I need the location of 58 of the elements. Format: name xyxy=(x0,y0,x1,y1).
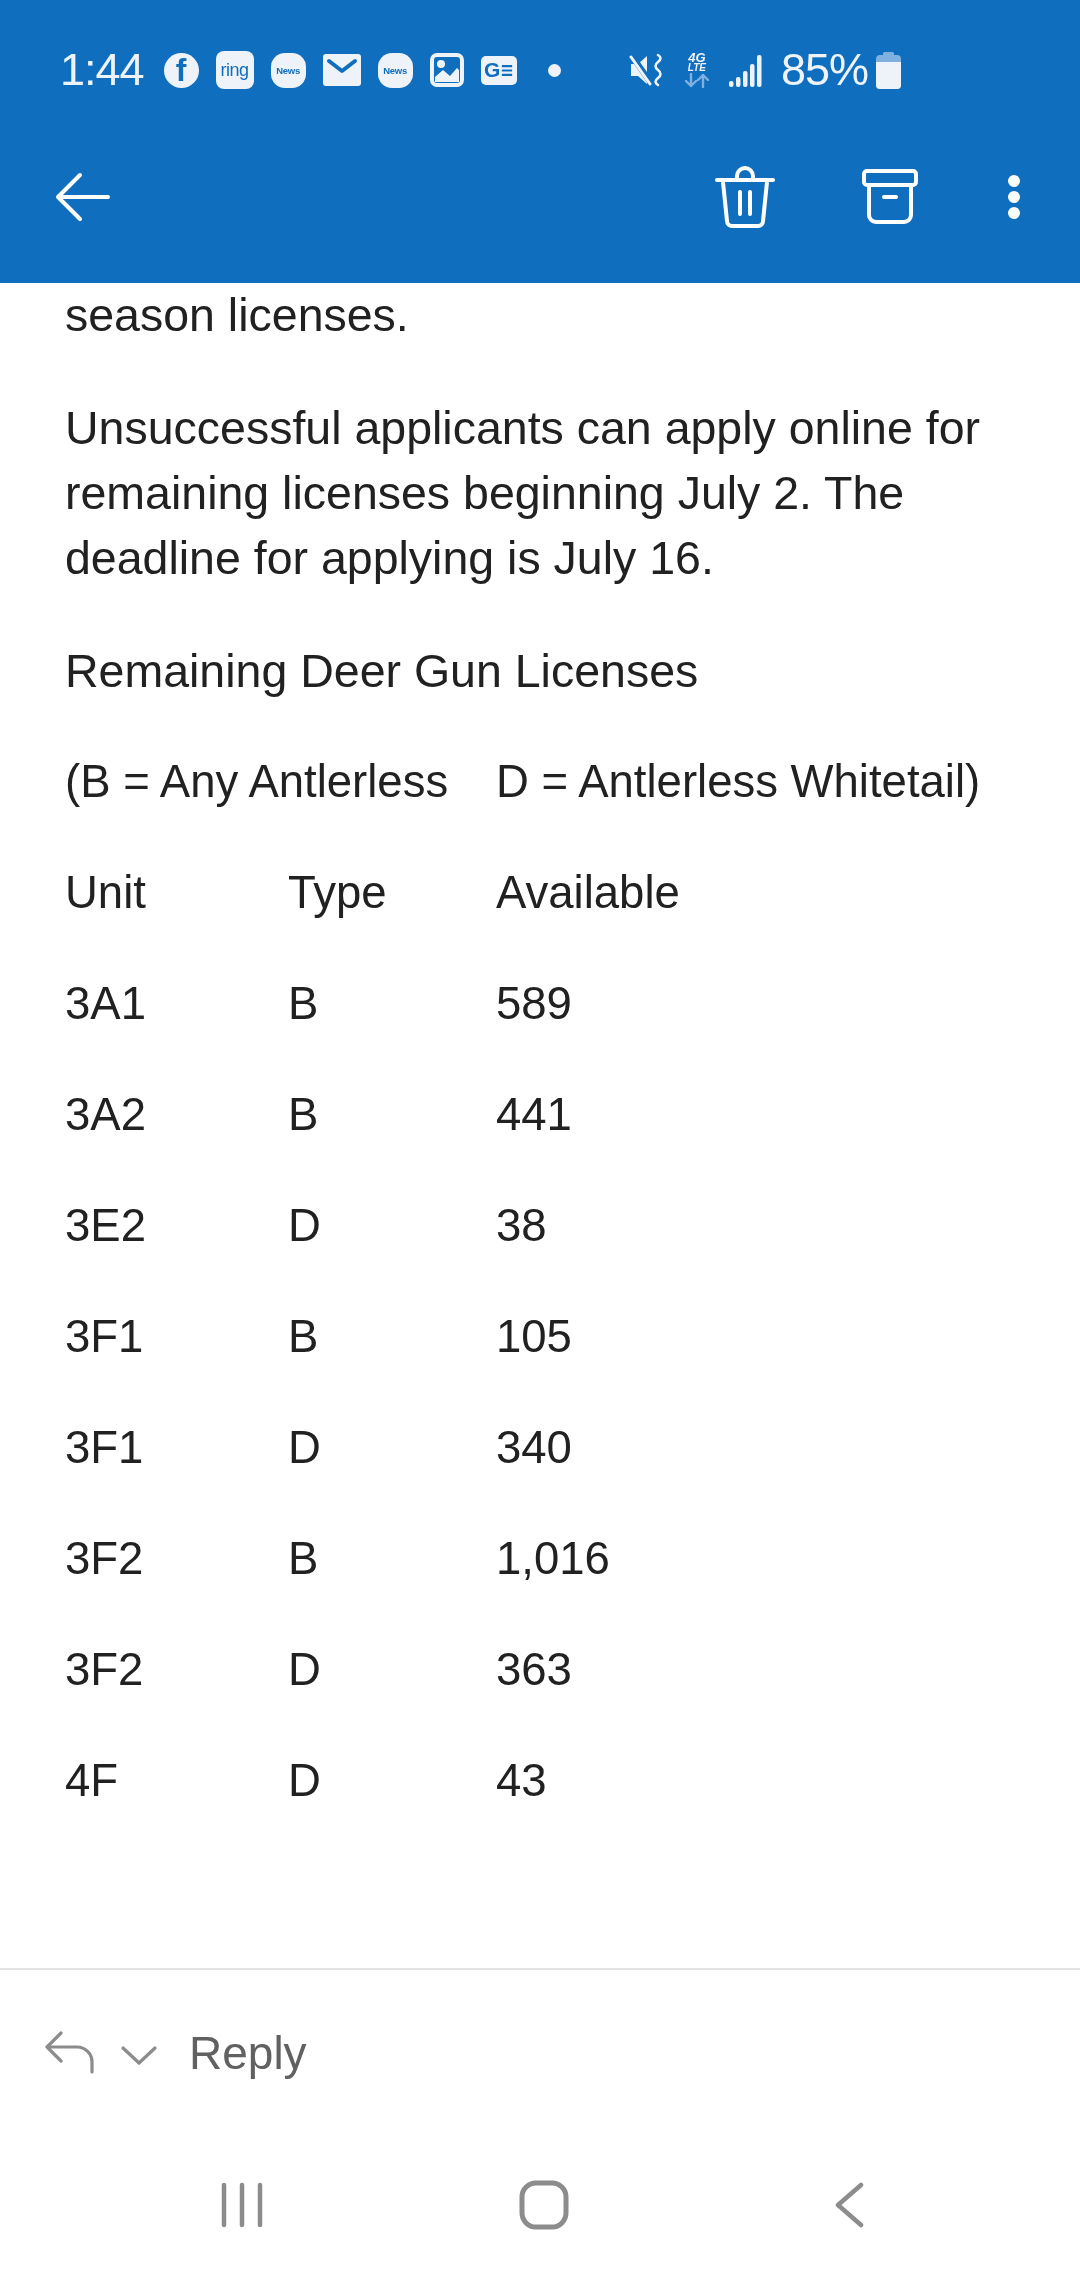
network-technology: LTE xyxy=(687,63,706,73)
recent-apps-icon[interactable] xyxy=(220,2182,264,2228)
table-cell-text: B xyxy=(288,1087,319,1142)
f-logo-icon: f xyxy=(163,52,199,88)
table-cell-text: 38 xyxy=(496,1198,547,1253)
app-badge-icon: News xyxy=(377,52,413,88)
table-cell-text: D xyxy=(288,1642,321,1697)
table-cell-text: 441 xyxy=(496,1087,572,1142)
network-generation: 4G xyxy=(688,52,706,63)
message-paragraph: Remaining Deer Gun Licenses xyxy=(65,644,700,699)
app-tile-icon: ring xyxy=(215,51,254,89)
legend-text: D = Antlerless Whitetail) xyxy=(496,754,981,809)
legend-text: (B = Any Antlerless xyxy=(65,754,449,809)
table-cell-text: 3A2 xyxy=(65,1087,146,1142)
battery-icon xyxy=(876,51,901,89)
table-cell-text: 4F xyxy=(65,1753,119,1808)
table-cell-text: D xyxy=(288,1753,321,1808)
table-cell-text: B xyxy=(288,1309,319,1364)
table-cell-text: 340 xyxy=(496,1420,572,1475)
table-cell-text: 3F2 xyxy=(65,1642,144,1697)
app-badge-icon: News xyxy=(270,52,306,88)
table-cell-text: 43 xyxy=(496,1753,547,1808)
table-cell-text: 363 xyxy=(496,1642,572,1697)
picture-icon xyxy=(429,53,464,87)
signal-icon xyxy=(728,53,762,87)
back-arrow-icon[interactable] xyxy=(55,171,111,222)
table-cell-text: 3F1 xyxy=(65,1309,144,1364)
home-icon[interactable] xyxy=(519,2180,569,2230)
table-cell-text: D xyxy=(288,1198,321,1253)
chevron-down-icon[interactable] xyxy=(120,2045,158,2067)
table-cell-text: 105 xyxy=(496,1309,572,1364)
g-lines-icon: G xyxy=(480,55,517,85)
table-cell-text: 3A1 xyxy=(65,976,146,1031)
table-cell-text: 3E2 xyxy=(65,1198,146,1253)
table-cell-text: 589 xyxy=(496,976,572,1031)
archive-box-icon[interactable] xyxy=(862,168,918,225)
message-paragraph: Unsuccessful applicants can apply online for remaining licenses beginning July 2. The deadline for applying is July 16. xyxy=(65,401,981,586)
muted-speaker-icon xyxy=(628,53,665,87)
back-icon[interactable] xyxy=(834,2182,864,2228)
trash-icon[interactable] xyxy=(714,164,776,229)
table-cell-text: 3F1 xyxy=(65,1420,144,1475)
table-cell-text: D xyxy=(288,1420,321,1475)
table-cell-text: B xyxy=(288,1531,319,1586)
message-paragraph: season licenses. xyxy=(65,288,410,343)
dot-icon xyxy=(547,63,561,77)
table-cell-text: 1,016 xyxy=(496,1531,610,1586)
envelope-icon xyxy=(322,54,361,86)
battery-percentage: 85% xyxy=(780,44,868,96)
status-time: 1:44 xyxy=(60,44,144,96)
table-cell-text: B xyxy=(288,976,319,1031)
data-arrows-icon xyxy=(683,73,710,88)
column-header: Type xyxy=(288,865,387,920)
column-header: Unit xyxy=(65,865,146,920)
more-icon[interactable] xyxy=(1007,174,1021,219)
column-header: Available xyxy=(496,865,680,920)
reply-mode-button[interactable] xyxy=(44,2031,158,2075)
table-cell-text: 3F2 xyxy=(65,1531,144,1586)
reply-button[interactable]: Reply xyxy=(189,2026,307,2080)
